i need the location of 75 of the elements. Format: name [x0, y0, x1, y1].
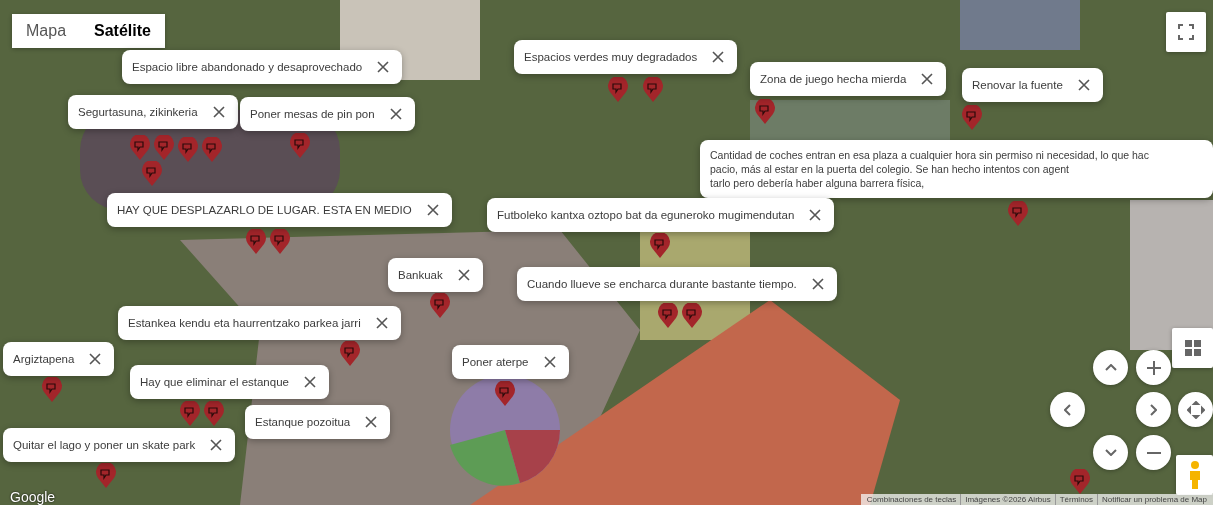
comment-text: Cuando llueve se encharca durante bastante tiempo.: [527, 278, 797, 290]
layers-button[interactable]: [1172, 328, 1213, 368]
pan-arrows-icon: [1186, 400, 1205, 419]
comment-text: Cantidad de coches entran en esa plaza a cualquier hora sin permiso ni necesidad, lo que hac pacio, más al estar en la puerta del colegio. Se han hecho intentos con agent tarlo pero debería haber alguna barrera física,: [710, 148, 1149, 190]
map-marker-icon[interactable]: [95, 463, 117, 489]
map-marker-icon[interactable]: [429, 293, 451, 319]
fullscreen-icon: [1178, 24, 1194, 40]
close-icon: [811, 278, 824, 290]
close-icon: [712, 51, 725, 63]
attribution-link[interactable]: Combinaciones de teclas: [862, 494, 961, 505]
comment-text: Estanque pozoitua: [255, 416, 351, 428]
fullscreen-button[interactable]: [1166, 12, 1206, 52]
close-icon: [303, 376, 316, 388]
map-marker-icon[interactable]: [179, 401, 201, 427]
comment-text: HAY QUE DESPLAZARLO DE LUGAR. ESTA EN MEDIO: [117, 204, 412, 216]
comment-text: Poner aterpe: [462, 356, 529, 368]
close-icon: [375, 317, 388, 329]
attribution-link[interactable]: Términos: [1054, 494, 1098, 505]
comment-text: Futboleko kantxa oztopo bat da eguneroko mugimendutan: [497, 209, 795, 221]
map-marker-icon[interactable]: [754, 99, 776, 125]
map-marker-icon[interactable]: [681, 303, 703, 329]
close-icon: [543, 356, 556, 368]
map-marker-icon[interactable]: [41, 377, 63, 403]
close-icon: [1077, 79, 1090, 91]
map-marker-icon[interactable]: [1007, 201, 1029, 227]
close-icon: [377, 61, 390, 73]
comment-text: Segurtasuna, zikinkeria: [78, 106, 198, 118]
comment-text: Espacio libre abandonado y desaprovechado: [132, 61, 363, 73]
grid-icon: [1184, 340, 1201, 356]
map-type-tab[interactable]: Satélite: [80, 14, 165, 48]
map-marker-icon[interactable]: [141, 161, 163, 187]
chevron-down-icon: [1104, 449, 1117, 456]
map-marker-icon[interactable]: [657, 303, 679, 329]
attribution-link[interactable]: Imágenes ©2026 Airbus: [960, 494, 1055, 505]
map-marker-icon[interactable]: [649, 233, 671, 259]
comment-text: Renovar la fuente: [972, 79, 1063, 91]
attribution-link[interactable]: Notificar un problema de Map: [1097, 494, 1211, 505]
comment-text: Espacios verdes muy degradados: [524, 51, 698, 63]
map-marker-icon[interactable]: [1069, 469, 1091, 495]
close-icon: [457, 269, 470, 281]
map-marker-icon[interactable]: [201, 137, 223, 163]
map-marker-icon[interactable]: [269, 229, 291, 255]
map-marker-icon[interactable]: [129, 135, 151, 161]
close-icon: [426, 204, 439, 216]
close-icon: [809, 209, 822, 221]
comment-text: Quitar el lago y poner un skate park: [13, 439, 196, 451]
close-icon: [212, 106, 225, 118]
chevron-left-icon: [1064, 403, 1071, 416]
google-logo: Google: [10, 489, 56, 505]
comment-text: Hay que eliminar el estanque: [140, 376, 289, 388]
map-marker-icon[interactable]: [494, 381, 516, 407]
map-marker-icon[interactable]: [203, 401, 225, 427]
map-marker-icon[interactable]: [642, 77, 664, 103]
close-icon: [389, 108, 402, 120]
plus-icon: [1145, 359, 1162, 376]
chevron-right-icon: [1150, 403, 1157, 416]
comment-text: Poner mesas de pin pon: [250, 108, 375, 120]
comment-text: Argiztapena: [13, 353, 75, 365]
map-marker-icon[interactable]: [153, 135, 175, 161]
map-marker-icon[interactable]: [961, 105, 983, 131]
close-icon: [210, 439, 223, 451]
map-marker-icon[interactable]: [245, 229, 267, 255]
close-icon: [921, 73, 934, 85]
close-icon: [365, 416, 378, 428]
comment-text: Bankuak: [398, 269, 443, 281]
comment-text: Zona de juego hecha mierda: [760, 73, 907, 85]
minus-icon: [1145, 451, 1162, 454]
map-marker-icon[interactable]: [289, 133, 311, 159]
map-marker-icon[interactable]: [339, 341, 361, 367]
map-marker-icon[interactable]: [607, 77, 629, 103]
chevron-up-icon: [1104, 364, 1117, 371]
close-icon: [89, 353, 102, 365]
map-type-tab[interactable]: Mapa: [12, 14, 81, 48]
map-marker-icon[interactable]: [177, 137, 199, 163]
comment-text: Estankea kendu eta haurrentzako parkea jarri: [128, 317, 361, 329]
